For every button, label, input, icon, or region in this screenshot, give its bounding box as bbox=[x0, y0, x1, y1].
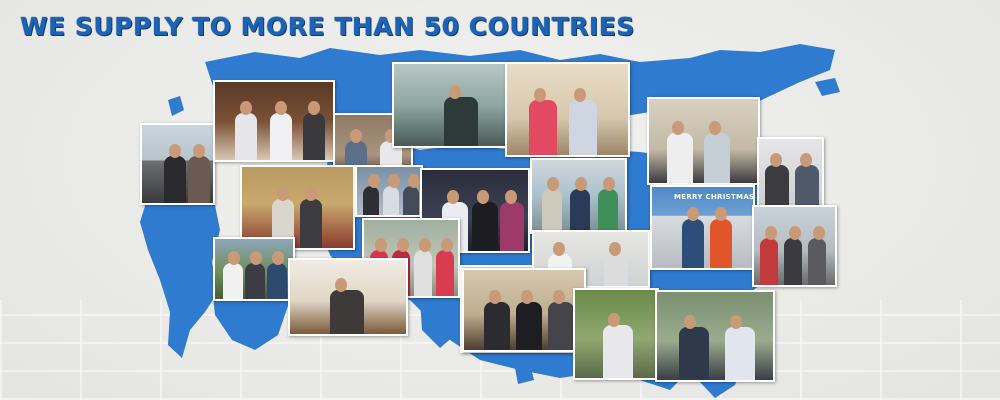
map-island-right bbox=[815, 78, 840, 96]
photo-man-with-backpack bbox=[573, 288, 659, 380]
photo-two-men-sofa bbox=[505, 62, 630, 157]
christmas-banner-text: MERRY CHRISTMAS bbox=[674, 193, 755, 201]
photo-three-men-dinner-table bbox=[462, 268, 586, 352]
photo-two-men-at-airport bbox=[140, 123, 215, 205]
map-island-left bbox=[168, 96, 184, 116]
photo-group-in-front-of-logo-wall bbox=[530, 158, 627, 234]
photo-man-seated-desk bbox=[288, 258, 408, 336]
photo-two-men-office-table bbox=[647, 97, 760, 185]
photo-group-of-four-men bbox=[355, 165, 423, 217]
photo-man-sunglasses-signage bbox=[392, 62, 510, 148]
photo-group-outdoor-construction bbox=[752, 205, 837, 287]
photo-group-restaurant-toast bbox=[213, 80, 335, 162]
photo-three-people-outdoors bbox=[213, 237, 295, 301]
photo-two-men-selfie-outdoors bbox=[655, 290, 775, 382]
photo-woman-and-man-selfie bbox=[757, 137, 824, 207]
photo-christmas-banner-office: MERRY CHRISTMAS bbox=[650, 185, 755, 270]
